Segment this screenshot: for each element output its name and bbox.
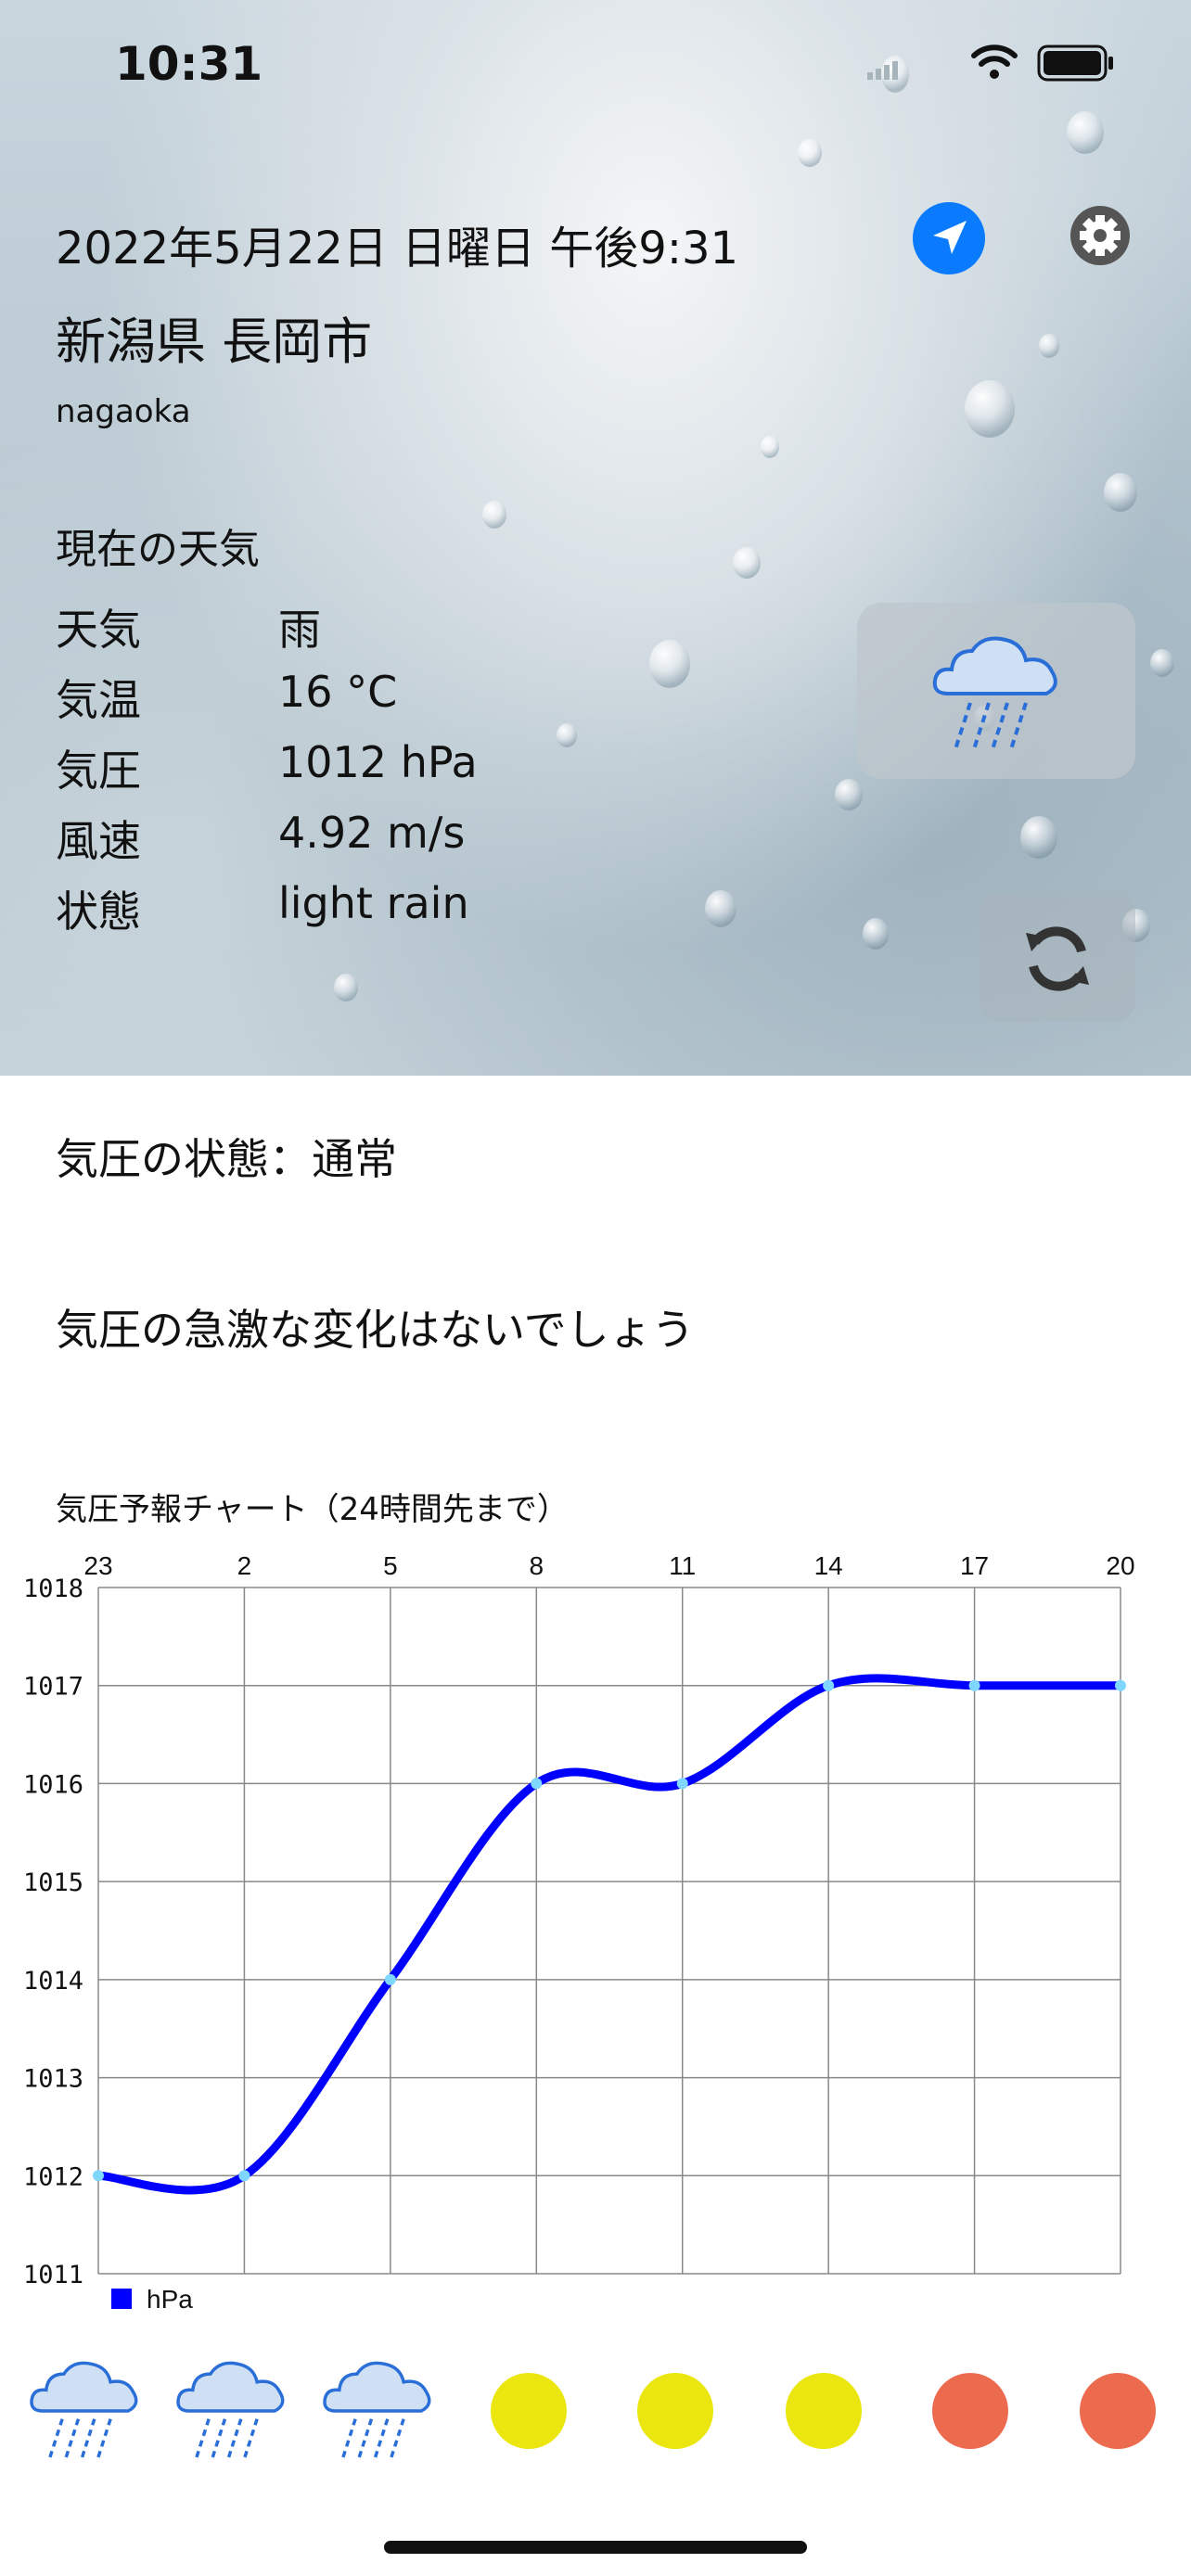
data-point: [968, 1679, 980, 1691]
data-point: [531, 1778, 543, 1790]
location-arrow-icon: [933, 221, 967, 254]
wind-speed-value: 4.92 m/s: [278, 808, 466, 858]
cellular-signal-icon: [867, 61, 898, 80]
legend-swatch: [111, 2289, 132, 2309]
temperature-value: 16 °C: [278, 667, 398, 717]
data-point: [1115, 1679, 1126, 1691]
city-name: 新潟県 長岡市: [56, 312, 373, 371]
y-tick-label: 1014: [23, 1967, 83, 1996]
temperature-label: 気温: [56, 675, 141, 725]
rain-cloud-icon: [932, 636, 1057, 750]
condition-value: light rain: [278, 878, 469, 928]
pressure-forecast-chart: 1011 1012 1013 1014 1015 1016 1017 101823 2 5 8 11 1…: [23, 1551, 1135, 2314]
sun-yellow-icon: [615, 2351, 736, 2471]
x-tick-label: 11: [669, 1551, 696, 1580]
current-weather-heading: 現在の天気: [56, 526, 260, 573]
pressure-advice: 気圧の急激な変化はないでしょう: [56, 1305, 695, 1355]
x-tick-label: 5: [383, 1551, 398, 1580]
sun-yellow-icon: [468, 2351, 589, 2471]
rain-cloud-icon: [173, 2351, 294, 2471]
chart-title: 気圧予報チャート（24時間先まで）: [56, 1491, 569, 1528]
pressure-value: 1012 hPa: [278, 737, 478, 787]
x-tick-label: 17: [960, 1551, 989, 1580]
y-tick-label: 1017: [23, 1673, 83, 1702]
rain-cloud-icon: [27, 2351, 147, 2471]
wifi-icon: [971, 45, 1018, 79]
y-tick-label: 1015: [23, 1868, 83, 1897]
weather-label: 天気: [56, 605, 141, 655]
condition-label: 状態: [56, 886, 141, 937]
sun-yellow-icon: [763, 2351, 884, 2471]
y-tick-label: 1016: [23, 1770, 83, 1799]
current-datetime: 2022年5月22日 日曜日 午後9:31: [56, 223, 739, 274]
pressure-status: 気圧の状態：通常: [56, 1134, 397, 1184]
settings-button[interactable]: [1069, 204, 1132, 267]
home-indicator: [384, 2541, 807, 2554]
data-point: [238, 2170, 250, 2182]
y-tick-label: 1018: [23, 1575, 83, 1603]
legend-label: hPa: [147, 2285, 193, 2314]
weather-value: 雨: [278, 605, 321, 655]
data-point: [676, 1778, 688, 1790]
y-tick-label: 1013: [23, 2065, 83, 2094]
y-tick-label: 1012: [23, 2162, 83, 2191]
x-tick-label: 8: [529, 1551, 544, 1580]
rain-cloud-icon: [320, 2351, 441, 2471]
refresh-button[interactable]: [980, 892, 1135, 1022]
gear-icon: [1070, 206, 1130, 265]
refresh-icon: [1026, 926, 1089, 991]
location-button[interactable]: [913, 202, 985, 274]
x-tick-label: 23: [83, 1551, 112, 1580]
sun-red-icon: [1057, 2351, 1178, 2471]
x-tick-label: 14: [814, 1551, 843, 1580]
pressure-label: 気圧: [56, 746, 141, 796]
x-tick-label: 2: [237, 1551, 252, 1580]
series-line-hpa: [94, 1674, 1125, 2195]
battery-icon: [1037, 45, 1113, 82]
status-bar-time: 10:31: [115, 37, 263, 91]
sun-red-icon: [910, 2351, 1031, 2471]
y-tick-label: 1011: [23, 2261, 83, 2289]
data-point: [384, 1973, 396, 1985]
current-weather-icon-card: [857, 603, 1135, 779]
x-tick-label: 20: [1106, 1551, 1134, 1580]
data-point: [823, 1679, 835, 1691]
city-romaji: nagaoka: [56, 393, 191, 430]
data-point: [93, 2170, 104, 2182]
wind-speed-label: 風速: [56, 816, 141, 866]
